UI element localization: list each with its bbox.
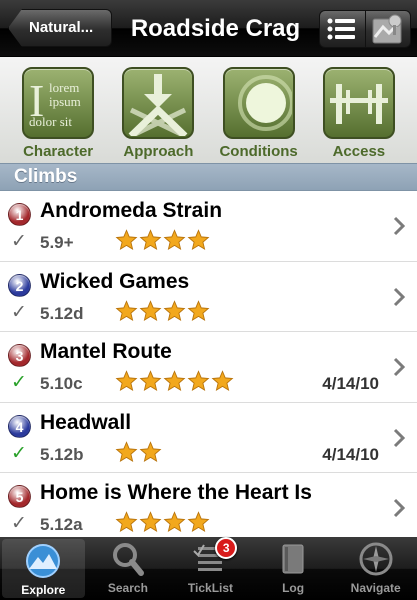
tool-label: Approach — [123, 143, 194, 160]
view-toggle — [319, 10, 411, 48]
star-icon — [139, 511, 162, 533]
chevron-right-icon — [393, 287, 405, 306]
climb-row[interactable]: 3 Mantel Route ✓ 5.10c 4/14/10 — [0, 332, 417, 403]
tab-ticklist[interactable]: 3 TickList — [169, 537, 252, 600]
page-title: Roadside Crag — [130, 15, 301, 42]
map-icon — [372, 14, 402, 44]
chevron-right-icon — [393, 357, 405, 377]
ticklist-count-badge: 3 — [215, 537, 238, 559]
route-number-badge: 1 — [8, 203, 31, 226]
star-icon — [163, 511, 186, 533]
star-icon — [139, 440, 162, 463]
star-icon — [115, 370, 138, 392]
tab-search[interactable]: Search — [87, 537, 170, 600]
tab-label: Log — [282, 581, 305, 595]
star-rating — [115, 440, 162, 463]
tick-date: 4/14/10 — [322, 444, 379, 464]
tab-navigate[interactable]: Navigate — [334, 537, 417, 600]
star-icon — [115, 299, 138, 322]
tool-label: Conditions — [219, 143, 298, 160]
route-number-badge: 4 — [8, 414, 31, 438]
climb-name: Home is Where the Heart Is — [40, 481, 312, 504]
star-icon — [163, 299, 186, 322]
tab-bar: Explore Search 3 TickList Log Navigate — [0, 537, 417, 600]
back-button[interactable]: Natural... — [8, 9, 112, 47]
svg-text:dolor sit: dolor sit — [29, 114, 72, 129]
tick-icon: ✓ — [11, 513, 27, 534]
star-icon — [211, 370, 234, 392]
star-icon — [163, 229, 186, 251]
star-icon — [139, 299, 162, 322]
detail-toolbar: I lorem ipsum dolor sit Character Approa… — [0, 57, 417, 163]
chevron-right-icon — [393, 216, 405, 236]
star-icon — [115, 511, 138, 533]
star-icon — [187, 229, 210, 251]
star-icon — [187, 370, 210, 392]
tab-label: Navigate — [350, 581, 401, 595]
nav-bar: Natural... Roadside Crag — [0, 0, 417, 57]
tick-date: 4/14/10 — [322, 374, 379, 393]
tab-explore[interactable]: Explore — [2, 539, 85, 598]
climb-row[interactable]: 2 Wicked Games ✓ 5.12d — [0, 261, 417, 332]
star-icon — [139, 229, 162, 251]
star-icon — [115, 440, 138, 463]
climb-name: Wicked Games — [40, 269, 190, 293]
section-header-climbs: Climbs — [0, 163, 417, 191]
svg-text:lorem: lorem — [49, 80, 79, 95]
list-icon — [327, 18, 356, 40]
tool-label: Character — [23, 143, 94, 160]
star-icon — [139, 370, 162, 392]
route-number-badge: 5 — [8, 485, 31, 508]
tool-character[interactable]: I lorem ipsum dolor sit Character — [10, 57, 106, 163]
star-rating — [115, 370, 234, 392]
tab-label: Explore — [21, 583, 66, 597]
chevron-right-icon — [393, 428, 405, 447]
text-page-icon: I lorem ipsum dolor sit — [22, 67, 95, 139]
tick-icon: ✓ — [11, 231, 27, 252]
magnifier-icon — [108, 541, 148, 577]
climb-name: Andromeda Strain — [40, 199, 223, 222]
climb-grade: 5.9+ — [40, 233, 74, 252]
climb-list: 1 Andromeda Strain ✓ 5.9+ 2 Wicked Games… — [0, 191, 417, 537]
climb-name: Headwall — [40, 410, 132, 434]
star-icon — [115, 229, 138, 251]
climb-grade: 5.10c — [40, 374, 83, 393]
star-icon — [187, 511, 210, 533]
approach-arrow-icon — [122, 67, 195, 139]
star-icon — [187, 299, 210, 322]
compass-icon — [356, 541, 396, 577]
tick-icon: ✓ — [11, 301, 27, 323]
star-rating — [115, 229, 210, 251]
tool-access[interactable]: Access — [311, 57, 407, 163]
climb-grade: 5.12a — [40, 515, 83, 534]
star-rating — [115, 299, 210, 322]
climb-name: Mantel Route — [40, 340, 172, 363]
chevron-right-icon — [393, 498, 405, 518]
climb-row[interactable]: 5 Home is Where the Heart Is ✓ 5.12a — [0, 473, 417, 537]
tool-approach[interactable]: Approach — [110, 57, 206, 163]
climb-row[interactable]: 4 Headwall ✓ 5.12b 4/14/10 — [0, 402, 417, 473]
tool-conditions[interactable]: Conditions — [211, 57, 307, 163]
route-number-badge: 2 — [8, 273, 31, 297]
tab-log[interactable]: Log — [252, 537, 335, 600]
map-view-button[interactable] — [364, 11, 410, 47]
sun-icon — [222, 67, 295, 139]
star-icon — [163, 370, 186, 392]
tick-icon: ✓ — [11, 442, 27, 464]
gate-icon — [322, 67, 395, 139]
climb-grade: 5.12b — [40, 444, 84, 464]
star-rating — [115, 511, 210, 533]
climb-row[interactable]: 1 Andromeda Strain ✓ 5.9+ — [0, 191, 417, 262]
climb-grade: 5.12d — [40, 303, 84, 323]
route-number-badge: 3 — [8, 344, 31, 367]
tab-label: Search — [107, 581, 148, 595]
svg-text:ipsum: ipsum — [49, 94, 81, 109]
book-icon — [273, 541, 313, 577]
list-view-button[interactable] — [320, 11, 365, 47]
tick-icon: ✓ — [11, 372, 27, 393]
tool-label: Access — [332, 143, 386, 160]
mountain-icon — [23, 543, 63, 579]
tab-label: TickList — [187, 581, 234, 595]
